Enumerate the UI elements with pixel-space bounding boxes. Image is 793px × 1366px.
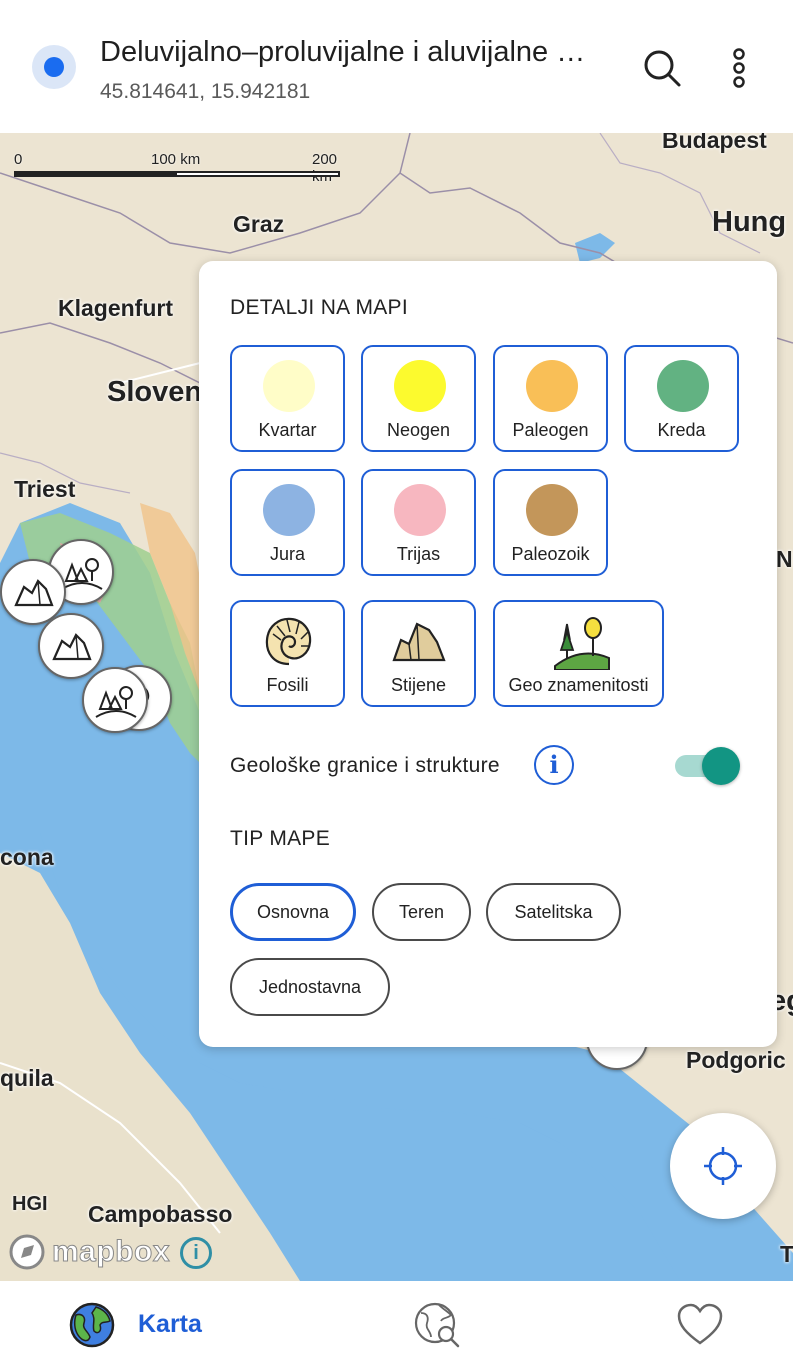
period-label: Paleozoik [511, 544, 590, 564]
rock-icon [392, 622, 446, 662]
feature-label: Fosili [266, 675, 309, 695]
period-color-dot [657, 360, 709, 412]
city-label-klagenfurt: Klagenfurt [58, 295, 173, 321]
bottom-navigation: Karta [0, 1281, 793, 1366]
country-label-slovenia: Sloven [107, 376, 203, 408]
period-color-dot [526, 360, 578, 412]
top-app-bar: Deluvijalno–proluvijalne i aluvijalne … … [0, 0, 793, 133]
city-label-hgi: HGI [12, 1193, 48, 1215]
map-type-chip-teren[interactable]: Teren [372, 883, 471, 941]
map-type-chip-jednostavna[interactable]: Jednostavna [230, 958, 390, 1016]
location-title[interactable]: Deluvijalno–proluvijalne i aluvijalne … [100, 36, 620, 69]
details-section-title: DETALJI NA MAPI [230, 296, 408, 319]
heart-icon [677, 1303, 723, 1345]
attribution-info-icon[interactable]: i [180, 1237, 212, 1269]
search-icon[interactable] [640, 46, 684, 90]
period-tile-jura[interactable]: Jura [230, 469, 345, 576]
period-label: Paleogen [512, 420, 589, 440]
mapbox-wordmark: mapbox [51, 1235, 171, 1269]
mapbox-icon [9, 1234, 45, 1270]
map-type-chip-osnovna[interactable]: Osnovna [230, 883, 356, 941]
period-color-dot [263, 360, 315, 412]
period-color-dot [394, 360, 446, 412]
globe-icon [69, 1302, 115, 1348]
map-details-panel: DETALJI NA MAPI Kvartar Neogen Paleogen … [199, 261, 777, 1047]
location-dot-icon[interactable] [32, 45, 76, 89]
period-label: Jura [269, 544, 305, 564]
map-label-right-t: T [780, 1241, 793, 1267]
city-label-campobasso: Campobasso [88, 1201, 233, 1227]
scale-bar [14, 171, 340, 177]
city-label-graz: Graz [233, 211, 285, 237]
map-scale: 0 100 km 200 km [14, 151, 344, 185]
my-location-button[interactable] [670, 1113, 776, 1219]
nav-item-favorites[interactable] [676, 1301, 724, 1349]
period-label: Trijas [396, 544, 441, 564]
city-label-aquila: quila [0, 1065, 54, 1091]
period-color-dot [526, 484, 578, 536]
more-vert-icon[interactable] [722, 46, 756, 90]
period-tile-paleogen[interactable]: Paleogen [493, 345, 608, 452]
scale-label-0: 0 [14, 151, 23, 168]
period-color-dot [263, 484, 315, 536]
boundaries-label: Geološke granice i strukture [230, 754, 500, 777]
map-label-right-n: N [776, 546, 793, 572]
feature-label: Geo znamenitosti [508, 675, 649, 695]
map-marker-rock[interactable] [38, 613, 104, 679]
map-marker-landmark[interactable] [82, 667, 148, 733]
location-coordinates: 45.814641, 15.942181 [100, 80, 311, 103]
toggle-knob [702, 747, 740, 785]
nav-label-karta: Karta [138, 1310, 202, 1338]
feature-tile-fossils[interactable]: Fosili [230, 600, 345, 707]
nav-item-explore[interactable] [413, 1301, 461, 1349]
landmark-icon [554, 617, 610, 670]
period-color-dot [394, 484, 446, 536]
globe-search-icon [414, 1302, 460, 1348]
period-label: Kvartar [258, 420, 317, 440]
city-label-ancona: cona [0, 844, 54, 870]
scale-label-200: 200 km [312, 151, 338, 185]
map-type-chip-satelitska[interactable]: Satelitska [486, 883, 621, 941]
city-label-triest: Triest [14, 476, 76, 502]
fossil-icon [265, 617, 312, 666]
period-tile-paleozoik[interactable]: Paleozoik [493, 469, 608, 576]
nav-item-karta[interactable]: Karta [68, 1301, 218, 1349]
feature-tile-landmarks[interactable]: Geo znamenitosti [493, 600, 664, 707]
city-label-podgorica: Podgoric [686, 1047, 786, 1073]
crosshair-icon [704, 1147, 742, 1185]
period-label: Kreda [657, 420, 706, 440]
scale-label-100: 100 km [151, 151, 201, 168]
period-label: Neogen [386, 420, 451, 440]
period-tile-trijas[interactable]: Trijas [361, 469, 476, 576]
period-tile-neogen[interactable]: Neogen [361, 345, 476, 452]
feature-tile-rocks[interactable]: Stijene [361, 600, 476, 707]
boundaries-toggle[interactable] [675, 747, 741, 785]
country-label-hungary: Hung [712, 206, 787, 238]
feature-label: Stijene [390, 675, 447, 695]
period-tile-kreda[interactable]: Kreda [624, 345, 739, 452]
boundaries-info-icon[interactable]: i [534, 745, 574, 785]
period-tile-kvartar[interactable]: Kvartar [230, 345, 345, 452]
city-label-budapest: Budapest [662, 133, 767, 153]
mapbox-logo: mapbox [8, 1233, 170, 1271]
map-type-section-title: TIP MAPE [230, 827, 331, 850]
